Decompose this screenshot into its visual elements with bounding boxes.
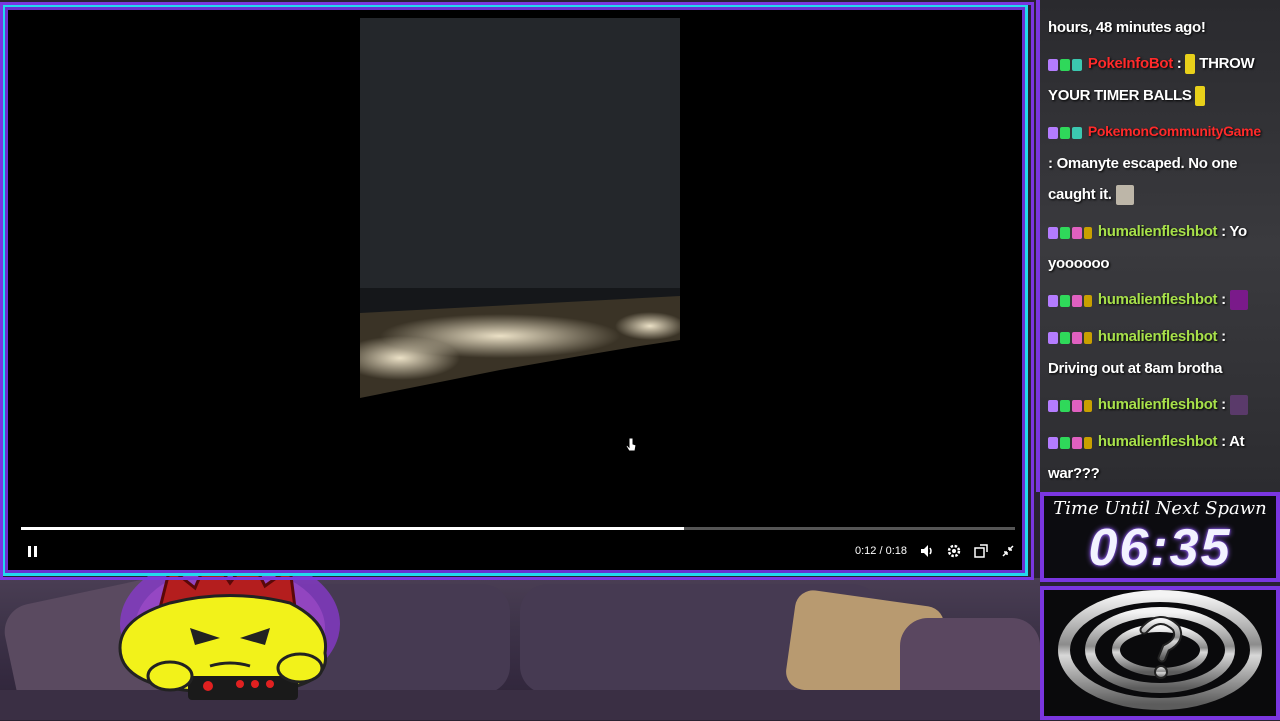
chat-message: humalienfleshbot : (1048, 284, 1276, 316)
chat-text: YOUR TIMER BALLS (1048, 86, 1192, 104)
chat-separator: : (1172, 55, 1186, 72)
pause-icon-bar (34, 546, 37, 557)
chat-text: caught it. (1048, 185, 1112, 203)
chat-username[interactable]: humalienfleshbot (1098, 396, 1218, 413)
badge-icon (1060, 399, 1070, 412)
badge-icon (1048, 226, 1058, 239)
badge-icon (1084, 399, 1092, 412)
spawn-timer-panel: Time Until Next Spawn 06:35 (1040, 492, 1280, 582)
time-readout: 0:12 / 0:18 (835, 545, 907, 557)
badge-icon (1060, 226, 1070, 239)
chat-badges (1048, 117, 1084, 148)
city-lights-night-image (360, 18, 680, 408)
timer-value: 06:35 (1088, 519, 1232, 577)
chat-username[interactable]: PokeInfoBot (1088, 55, 1173, 72)
badge-icon (1060, 436, 1070, 449)
chat-text: war??? (1048, 464, 1100, 482)
chat-badges (1048, 49, 1084, 80)
pause-button[interactable] (25, 545, 39, 559)
chat-badges (1048, 217, 1094, 248)
chat-panel: hours, 48 minutes ago! PokeInfoBot : THR… (1036, 0, 1280, 492)
question-mark-logo (1058, 590, 1262, 710)
chat-username[interactable]: humalienfleshbot (1098, 223, 1218, 240)
badge-icon (1084, 331, 1092, 344)
time-total: 0:18 (885, 545, 907, 557)
chat-text: hours, 48 minutes ago! (1048, 19, 1206, 36)
chat-text: THROW (1195, 55, 1255, 72)
chat-badges (1048, 390, 1094, 421)
emote-icon (1185, 54, 1196, 75)
badge-icon (1060, 58, 1070, 71)
emote-icon (1195, 85, 1206, 106)
popout-icon (974, 544, 988, 558)
badge-icon (1072, 126, 1082, 139)
chat-separator: : (1217, 328, 1226, 345)
badge-icon (1048, 331, 1058, 344)
chat-message: humalienfleshbot : Driving out at 8am br… (1048, 321, 1276, 384)
badge-icon (1084, 436, 1092, 449)
emote-icon (1229, 395, 1248, 416)
chat-text: yoooooo (1048, 254, 1110, 272)
chat-separator: : (1217, 396, 1230, 413)
badge-icon (1072, 226, 1082, 239)
badge-icon (1060, 331, 1070, 344)
chat-message: humalienfleshbot : At war??? (1048, 426, 1276, 489)
chat-username[interactable]: humalienfleshbot (1098, 291, 1218, 308)
exit-fullscreen-icon (1002, 545, 1014, 557)
timer-label: Time Until Next Spawn (1053, 498, 1267, 519)
badge-icon (1072, 294, 1082, 307)
exit-fullscreen-button[interactable] (1000, 543, 1016, 564)
chat-text: : Omanyte escaped. No one (1048, 154, 1238, 172)
pause-icon (28, 546, 31, 557)
chat-separator: : (1217, 223, 1230, 240)
chat-username[interactable]: humalienfleshbot (1098, 433, 1218, 450)
time-current: 0:12 (854, 545, 877, 557)
chat-text: Driving out at 8am brotha (1048, 359, 1223, 377)
chat-badges (1048, 322, 1094, 353)
progress-fill (21, 527, 684, 530)
chat-message: PokemonCommunityGame : Omanyte escaped. … (1048, 116, 1276, 210)
chat-message: hours, 48 minutes ago! (1048, 12, 1276, 43)
chat-text: Yo (1229, 223, 1247, 240)
badge-icon (1084, 226, 1092, 239)
chat-message: PokeInfoBot : THROW YOUR TIMER BALLS (1048, 48, 1276, 111)
badge-icon (1048, 126, 1058, 139)
chat-badges (1048, 427, 1094, 458)
badge-icon (1048, 58, 1058, 71)
video-content (360, 18, 680, 408)
time-separator: / (876, 545, 886, 557)
logo-panel (1040, 586, 1280, 720)
chat-separator: : (1217, 291, 1230, 308)
chat-badges (1048, 285, 1094, 316)
badge-icon (1084, 294, 1092, 307)
chat-username[interactable]: humalienfleshbot (1098, 328, 1218, 345)
badge-icon (1072, 436, 1082, 449)
badge-icon (1048, 294, 1058, 307)
badge-icon (1048, 399, 1058, 412)
badge-icon (1060, 126, 1070, 139)
settings-button[interactable] (946, 543, 962, 564)
emote-icon (1229, 290, 1248, 311)
chat-text: At (1229, 433, 1245, 450)
badge-icon (1072, 58, 1082, 71)
emote-icon (1115, 184, 1134, 205)
badge-icon (1072, 399, 1082, 412)
popout-button[interactable] (973, 543, 989, 564)
video-player[interactable]: 0:12 / 0:18 (2, 4, 1028, 576)
gear-icon (947, 544, 961, 558)
badge-icon (1060, 294, 1070, 307)
mouse-cursor-icon (625, 437, 637, 452)
progress-bar[interactable] (21, 527, 1015, 530)
volume-button[interactable] (919, 543, 935, 564)
badge-icon (1072, 331, 1082, 344)
chat-message: humalienfleshbot : Yo yoooooo (1048, 216, 1276, 279)
volume-icon (921, 545, 932, 557)
badge-icon (1048, 436, 1058, 449)
chat-message: humalienfleshbot : (1048, 389, 1276, 421)
chat-separator: : (1217, 433, 1230, 450)
chat-username[interactable]: PokemonCommunityGame (1088, 123, 1261, 139)
